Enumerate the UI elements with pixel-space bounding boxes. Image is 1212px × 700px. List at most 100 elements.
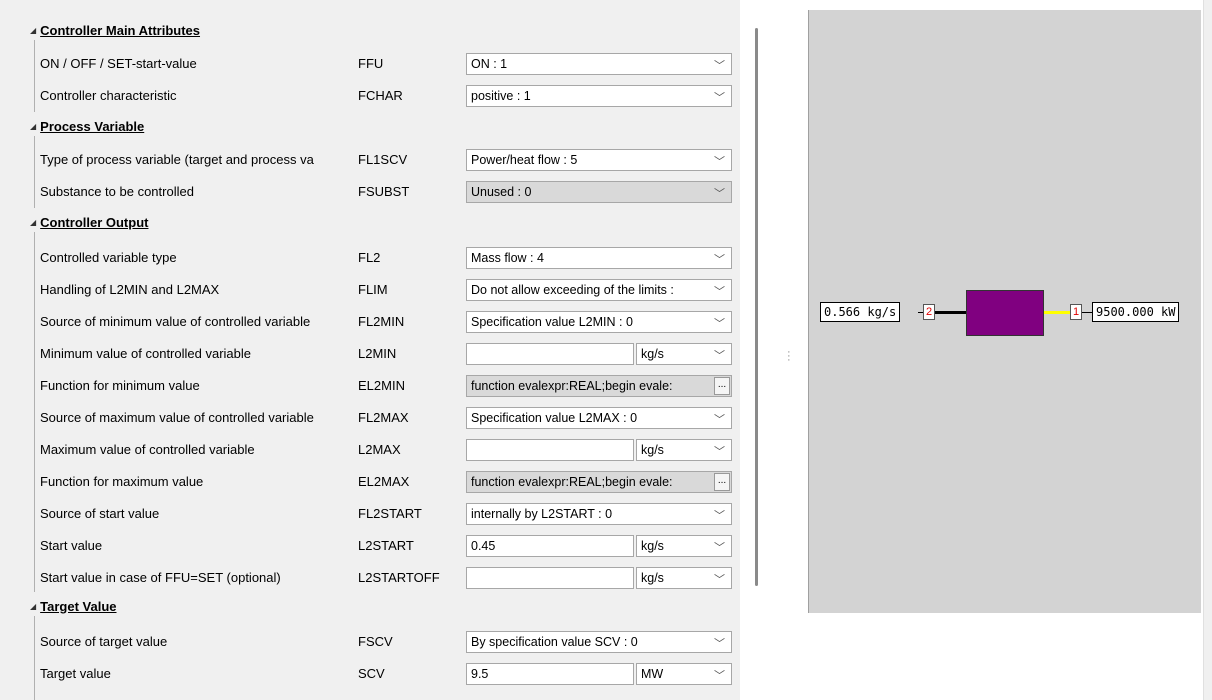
property-label: Handling of L2MIN and L2MAX: [40, 282, 220, 297]
property-row-el2max: Function for maximum value EL2MAX functi…: [40, 470, 740, 494]
property-code: FL2START: [358, 506, 422, 521]
property-label: Target value: [40, 666, 111, 681]
unit-value: kg/s: [641, 347, 664, 361]
chevron-down-icon[interactable]: ﹀: [714, 667, 725, 683]
fscv-dropdown[interactable]: By specification value SCV : 0 ﹀: [466, 631, 732, 653]
chevron-down-icon[interactable]: ﹀: [714, 411, 725, 427]
fl1scv-dropdown[interactable]: Power/heat flow : 5 ﹀: [466, 149, 732, 171]
scv-input[interactable]: 9.5: [466, 663, 634, 685]
property-code: FFU: [358, 56, 384, 71]
chevron-down-icon[interactable]: ﹀: [714, 185, 725, 201]
flim-dropdown[interactable]: Do not allow exceeding of the limits : ﹀: [466, 279, 732, 301]
property-row-l2start: Start value L2START 0.45 kg/s ﹀: [40, 534, 740, 558]
triangle-collapse-icon[interactable]: ◢: [30, 26, 36, 35]
triangle-collapse-icon[interactable]: ◢: [30, 218, 36, 227]
chevron-down-icon[interactable]: ﹀: [714, 347, 725, 363]
controller-component[interactable]: [966, 290, 1044, 336]
el2max-function-field[interactable]: function evalexpr:REAL;begin evale: ...: [466, 471, 732, 493]
section-guide-line: [34, 616, 35, 700]
property-label: Type of process variable (target and pro…: [40, 152, 314, 167]
property-row-fl2start: Source of start value FL2START internall…: [40, 502, 740, 526]
dropdown-value: ON : 1: [471, 57, 508, 71]
property-row-l2min: Minimum value of controlled variable L2M…: [40, 342, 740, 366]
property-code: EL2MAX: [358, 474, 410, 489]
left-value-box[interactable]: 0.566 kg/s: [820, 302, 901, 322]
chevron-down-icon[interactable]: ﹀: [714, 539, 725, 555]
l2max-input[interactable]: [466, 439, 634, 461]
port-right[interactable]: 1: [1070, 304, 1082, 320]
property-row-fl1scv: Type of process variable (target and pro…: [40, 148, 740, 172]
ffu-dropdown[interactable]: ON : 1 ﹀: [466, 53, 732, 75]
property-label: ON / OFF / SET-start-value: [40, 56, 197, 71]
chevron-down-icon[interactable]: ﹀: [714, 283, 725, 299]
section-header-target[interactable]: ◢ Target Value: [30, 596, 117, 616]
fchar-dropdown[interactable]: positive : 1 ﹀: [466, 85, 732, 107]
chevron-down-icon[interactable]: ﹀: [714, 443, 725, 459]
properties-scrollbar[interactable]: [755, 28, 758, 586]
property-code: SCV: [358, 666, 385, 681]
property-code: L2MIN: [358, 346, 397, 361]
l2start-input[interactable]: 0.45: [466, 535, 634, 557]
chevron-down-icon[interactable]: ﹀: [714, 153, 725, 169]
chevron-down-icon[interactable]: ﹀: [714, 571, 725, 587]
fl2max-dropdown[interactable]: Specification value L2MAX : 0 ﹀: [466, 407, 732, 429]
property-code: EL2MIN: [358, 378, 405, 393]
property-row-fscv: Source of target value FSCV By specifica…: [40, 630, 740, 654]
l2min-input[interactable]: [466, 343, 634, 365]
dropdown-value: Do not allow exceeding of the limits :: [471, 283, 674, 297]
dropdown-value: By specification value SCV : 0: [471, 635, 638, 649]
dropdown-value: Power/heat flow : 5: [471, 153, 578, 167]
fl2-dropdown[interactable]: Mass flow : 4 ﹀: [466, 247, 732, 269]
triangle-collapse-icon[interactable]: ◢: [30, 122, 36, 131]
section-guide-line: [34, 40, 35, 112]
property-label: Maximum value of controlled variable: [40, 442, 255, 457]
el2min-function-field[interactable]: function evalexpr:REAL;begin evale: ...: [466, 375, 732, 397]
port-left[interactable]: 2: [923, 304, 935, 320]
chevron-down-icon[interactable]: ﹀: [714, 57, 725, 73]
property-code: L2START: [358, 538, 414, 553]
property-label: Function for maximum value: [40, 474, 204, 489]
unit-value: kg/s: [641, 571, 664, 585]
section-title: Controller Output: [40, 214, 149, 230]
chevron-down-icon[interactable]: ﹀: [714, 507, 725, 523]
fl2start-dropdown[interactable]: internally by L2START : 0 ﹀: [466, 503, 732, 525]
chevron-down-icon[interactable]: ﹀: [714, 315, 725, 331]
splitter-grip-icon[interactable]: · · ·: [787, 347, 791, 366]
ellipsis-button[interactable]: ...: [714, 377, 730, 395]
property-row-fl2: Controlled variable type FL2 Mass flow :…: [40, 246, 740, 270]
fsubst-dropdown[interactable]: Unused : 0 ﹀: [466, 181, 732, 203]
chevron-down-icon[interactable]: ﹀: [714, 635, 725, 651]
property-code: FSCV: [358, 634, 393, 649]
property-label: Function for minimum value: [40, 378, 200, 393]
triangle-collapse-icon[interactable]: ◢: [30, 602, 36, 611]
l2max-unit-dropdown[interactable]: kg/s ﹀: [636, 439, 732, 461]
section-guide-line: [34, 232, 35, 592]
connector-line-yellow: [1044, 311, 1070, 314]
unit-value: MW: [641, 667, 664, 681]
section-header-main[interactable]: ◢ Controller Main Attributes: [30, 20, 200, 40]
property-label: Minimum value of controlled variable: [40, 346, 251, 361]
right-edge-scrollbar[interactable]: [1203, 0, 1212, 700]
property-label: Controller characteristic: [40, 88, 177, 103]
property-label: Start value in case of FFU=SET (optional…: [40, 570, 281, 585]
property-label: Controlled variable type: [40, 250, 177, 265]
property-code: FCHAR: [358, 88, 403, 103]
input-value: 0.45: [471, 539, 496, 553]
property-row-l2startoff: Start value in case of FFU=SET (optional…: [40, 566, 740, 590]
section-header-output[interactable]: ◢ Controller Output: [30, 212, 148, 232]
l2startoff-unit-dropdown[interactable]: kg/s ﹀: [636, 567, 732, 589]
chevron-down-icon[interactable]: ﹀: [714, 89, 725, 105]
l2min-unit-dropdown[interactable]: kg/s ﹀: [636, 343, 732, 365]
scv-unit-dropdown[interactable]: MW ﹀: [636, 663, 732, 685]
section-header-process[interactable]: ◢ Process Variable: [30, 116, 144, 136]
right-value-box[interactable]: 9500.000 kW: [1092, 302, 1180, 322]
l2start-unit-dropdown[interactable]: kg/s ﹀: [636, 535, 732, 557]
chevron-down-icon[interactable]: ﹀: [714, 251, 725, 267]
property-label: Source of minimum value of controlled va…: [40, 314, 311, 329]
ellipsis-button[interactable]: ...: [714, 473, 730, 491]
l2startoff-input[interactable]: [466, 567, 634, 589]
property-row-fl2max: Source of maximum value of controlled va…: [40, 406, 740, 430]
fl2min-dropdown[interactable]: Specification value L2MIN : 0 ﹀: [466, 311, 732, 333]
property-row-fchar: Controller characteristic FCHAR positive…: [40, 84, 740, 108]
connector-line: [1082, 312, 1092, 313]
